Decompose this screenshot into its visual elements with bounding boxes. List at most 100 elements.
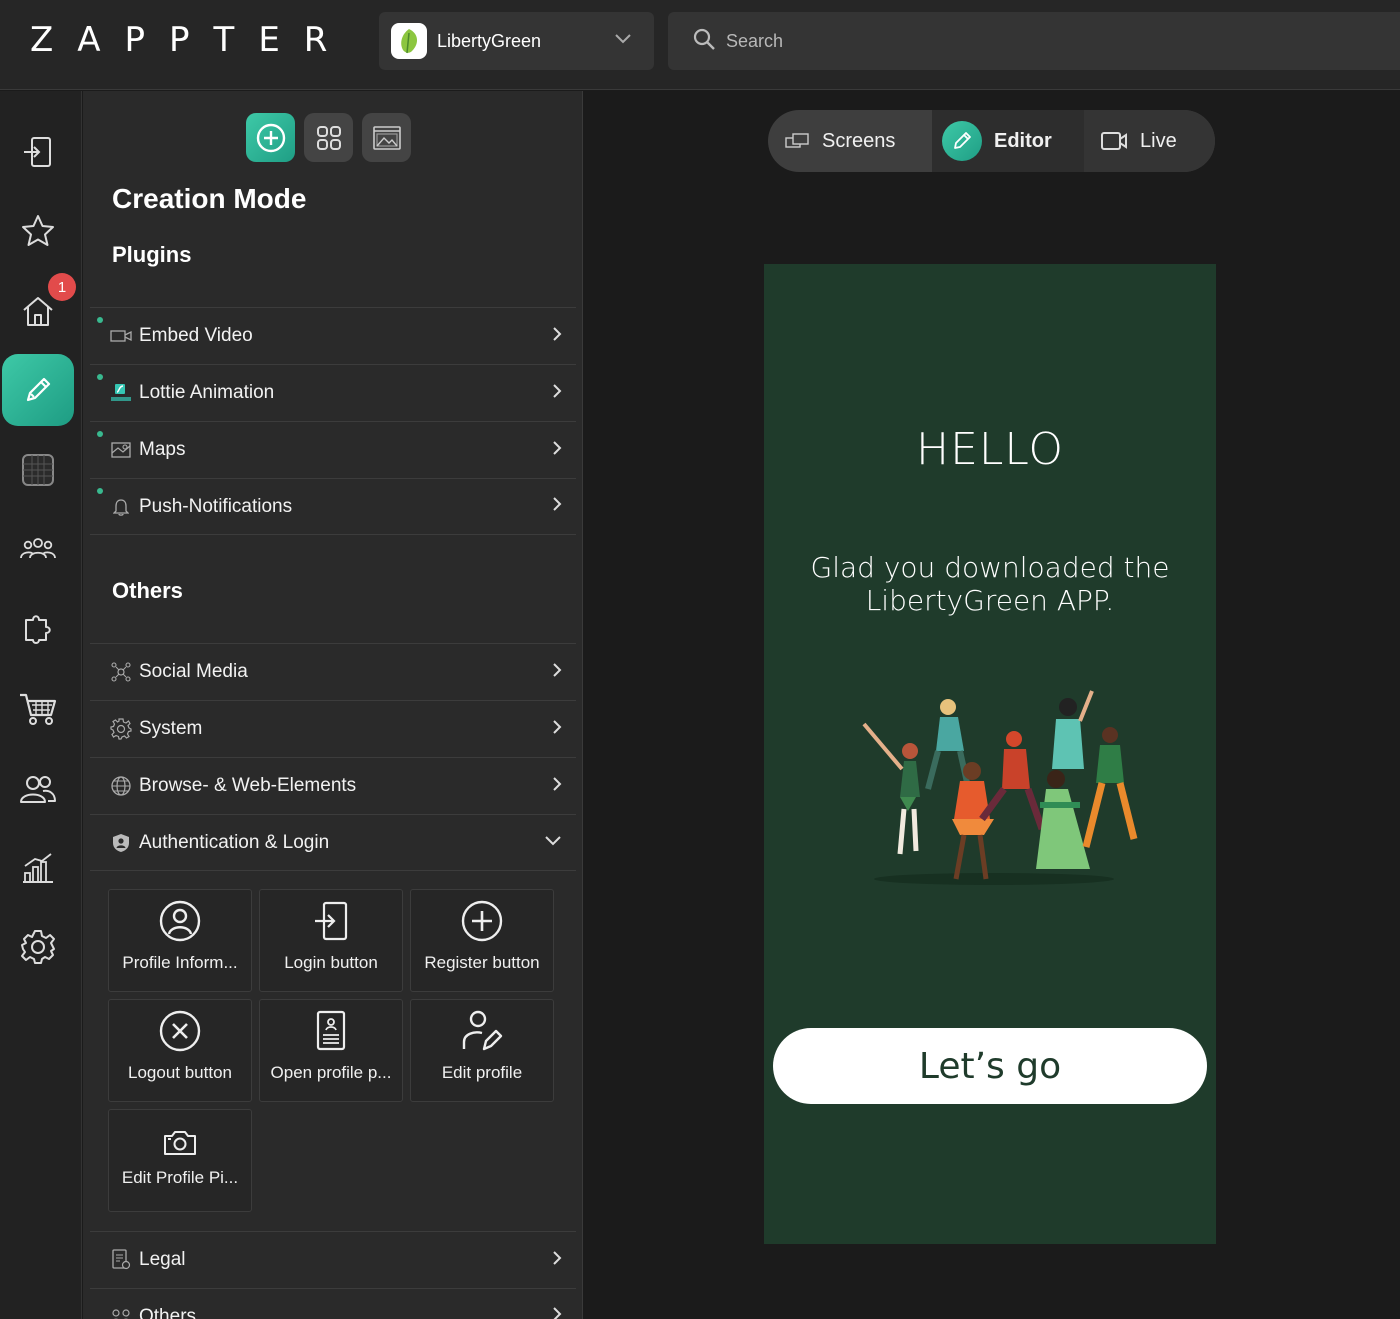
lottie-icon bbox=[110, 383, 132, 403]
camera-icon bbox=[164, 1131, 196, 1155]
leaf-icon bbox=[391, 23, 427, 59]
tab-live[interactable]: Live bbox=[1084, 110, 1215, 172]
media-button[interactable] bbox=[362, 113, 411, 162]
rail-home[interactable]: 1 bbox=[0, 273, 76, 347]
active-dot bbox=[97, 431, 103, 437]
rail-plugins[interactable] bbox=[0, 593, 76, 665]
map-icon bbox=[110, 442, 132, 458]
preview-message[interactable]: Glad you downloaded the LibertyGreen APP… bbox=[804, 551, 1176, 617]
chevron-right-icon bbox=[552, 662, 562, 683]
rail-shop[interactable] bbox=[0, 673, 76, 745]
home-icon bbox=[23, 297, 53, 326]
tile-open-profile-page[interactable]: Open profile p... bbox=[259, 999, 403, 1102]
tile-logout-button[interactable]: Logout button bbox=[108, 999, 252, 1102]
search-icon bbox=[692, 27, 716, 56]
list-item-label: System bbox=[139, 718, 203, 739]
bell-icon bbox=[110, 498, 132, 516]
tab-editor-label: Editor bbox=[994, 129, 1052, 152]
list-item-social-media[interactable]: Social Media bbox=[90, 643, 576, 700]
others-heading: Others bbox=[112, 578, 183, 603]
panel-title: Creation Mode bbox=[112, 183, 307, 214]
list-item-lottie[interactable]: Lottie Animation bbox=[90, 364, 576, 421]
search-bar[interactable] bbox=[668, 12, 1400, 70]
tile-label: Edit Profile Pi... bbox=[121, 1168, 239, 1187]
rail-team[interactable] bbox=[0, 513, 76, 585]
list-item-authentication[interactable]: Authentication & Login bbox=[90, 814, 576, 871]
list-item-label: Others bbox=[139, 1305, 197, 1319]
tile-login-button[interactable]: Login button bbox=[259, 889, 403, 992]
tile-edit-profile[interactable]: Edit profile bbox=[410, 999, 554, 1102]
document-user-icon bbox=[316, 1010, 346, 1051]
login-icon bbox=[24, 137, 51, 167]
list-item-label: Push-Notifications bbox=[139, 495, 293, 517]
list-item-push-notifications[interactable]: Push-Notifications bbox=[90, 478, 576, 535]
tile-label: Open profile p... bbox=[270, 1063, 392, 1082]
list-item-label: Maps bbox=[139, 439, 186, 460]
app-preview-screen[interactable]: HELLO Glad you downloaded the LibertyGre… bbox=[764, 264, 1216, 1244]
list-item-browse-web[interactable]: Browse- & Web-Elements bbox=[90, 757, 576, 814]
list-item-maps[interactable]: Maps bbox=[90, 421, 576, 478]
x-circle-icon bbox=[159, 1010, 201, 1052]
lets-go-button[interactable]: Let’s go bbox=[773, 1028, 1207, 1104]
list-item-others[interactable]: Others bbox=[90, 1288, 576, 1319]
notification-badge: 1 bbox=[48, 273, 76, 301]
tab-live-label: Live bbox=[1140, 129, 1177, 152]
chevron-right-icon bbox=[552, 1306, 562, 1319]
list-item-embed-video[interactable]: Embed Video bbox=[90, 307, 576, 364]
others-icon bbox=[110, 1307, 132, 1319]
rail-login[interactable] bbox=[0, 116, 76, 188]
chevron-down-icon bbox=[544, 834, 562, 852]
list-item-label: Embed Video bbox=[139, 325, 253, 346]
rail-editor[interactable] bbox=[2, 354, 74, 426]
user-shield-icon bbox=[110, 833, 132, 853]
pencil-icon bbox=[26, 377, 51, 402]
preview-heading[interactable]: HELLO bbox=[764, 424, 1216, 475]
auth-tiles-grid: Profile Inform... Login button Register … bbox=[108, 889, 558, 1212]
rail-favorites[interactable] bbox=[0, 195, 76, 267]
list-item-label: Browse- & Web-Elements bbox=[139, 775, 357, 796]
list-item-legal[interactable]: Legal bbox=[90, 1231, 576, 1288]
tile-profile-information[interactable]: Profile Inform... bbox=[108, 889, 252, 992]
plugins-heading: Plugins bbox=[112, 242, 192, 267]
top-bar: ZAPPTER LibertyGreen bbox=[0, 0, 1400, 90]
plugins-list: Embed Video Lottie Animation Maps Push-N… bbox=[90, 307, 576, 535]
rail-users[interactable] bbox=[0, 753, 76, 825]
chevron-right-icon bbox=[552, 719, 562, 740]
globe-icon bbox=[110, 775, 132, 797]
social-icon bbox=[110, 661, 132, 683]
plus-circle-icon bbox=[461, 900, 503, 942]
user-circle-icon bbox=[159, 900, 201, 942]
add-element-button[interactable] bbox=[246, 113, 295, 162]
tile-register-button[interactable]: Register button bbox=[410, 889, 554, 992]
rail-settings[interactable] bbox=[0, 911, 76, 983]
list-item-label: Lottie Animation bbox=[139, 382, 275, 403]
list-item-system[interactable]: System bbox=[90, 700, 576, 757]
chevron-right-icon bbox=[552, 326, 562, 347]
users-icon bbox=[20, 776, 56, 803]
chevron-right-icon bbox=[552, 1250, 562, 1271]
creation-panel: Creation Mode Plugins Embed Video Lottie… bbox=[83, 91, 583, 1319]
pencil-icon bbox=[942, 121, 982, 161]
tab-editor[interactable]: Editor bbox=[932, 110, 1084, 172]
active-dot bbox=[97, 317, 103, 323]
app-selector[interactable]: LibertyGreen bbox=[379, 12, 654, 70]
plus-circle-icon bbox=[256, 123, 285, 152]
rail-analytics[interactable] bbox=[0, 832, 76, 904]
gear-icon bbox=[110, 718, 132, 740]
left-rail: 1 bbox=[0, 91, 82, 1319]
components-button[interactable] bbox=[304, 113, 353, 162]
search-input[interactable] bbox=[726, 30, 1226, 52]
image-gallery-icon bbox=[372, 125, 401, 150]
tile-label: Logout button bbox=[128, 1063, 232, 1082]
dancing-people-illustration[interactable] bbox=[844, 679, 1144, 889]
legal-doc-icon bbox=[110, 1249, 132, 1271]
rail-layout[interactable] bbox=[0, 434, 76, 506]
grid-icon bbox=[22, 454, 54, 486]
tile-edit-profile-picture[interactable]: Edit Profile Pi... bbox=[108, 1109, 252, 1212]
tab-screens[interactable]: Screens bbox=[768, 110, 932, 172]
chart-icon bbox=[23, 853, 53, 883]
chevron-down-icon bbox=[614, 32, 632, 50]
gear-icon bbox=[21, 930, 55, 964]
puzzle-icon bbox=[25, 615, 51, 644]
cart-icon bbox=[20, 693, 57, 725]
